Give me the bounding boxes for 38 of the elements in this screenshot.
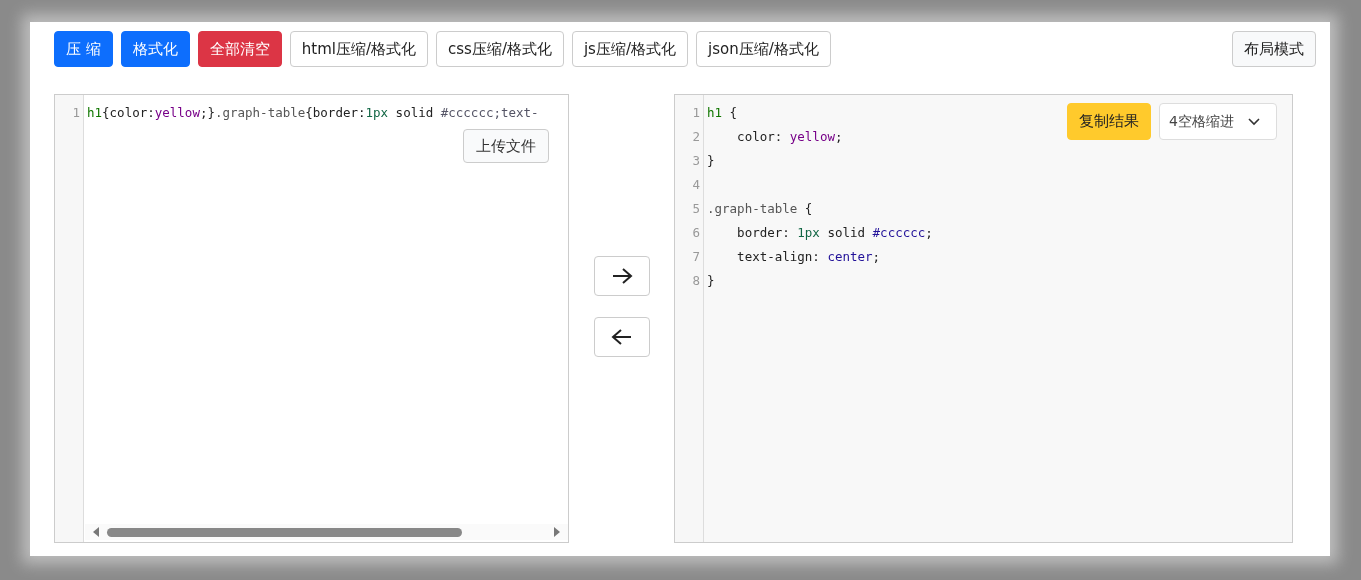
scroll-right-icon[interactable] — [554, 527, 560, 537]
code-line: } — [707, 273, 715, 288]
code-line: } — [707, 153, 715, 168]
code-line: h1 { — [707, 105, 738, 120]
upload-file-button[interactable]: 上传文件 — [463, 129, 549, 163]
line-number: 4 — [691, 176, 701, 194]
reverse-arrow-button[interactable] — [593, 316, 650, 357]
indent-select[interactable]: 4空格缩进 — [1159, 103, 1277, 140]
format-arrow-button[interactable] — [593, 255, 650, 296]
line-number: 1 — [691, 104, 701, 122]
horizontal-scrollbar[interactable] — [85, 524, 568, 540]
mode-button[interactable]: 压 缩 — [54, 31, 113, 67]
arrow-left-icon — [610, 327, 633, 346]
code-line: border: 1px solid #cccccc; — [736, 225, 933, 240]
scrollbar-thumb[interactable] — [107, 527, 462, 537]
mode-button[interactable]: js压缩/格式化 — [571, 31, 688, 67]
line-number: 6 — [691, 224, 701, 242]
line-number: 3 — [691, 152, 701, 170]
mode-button[interactable]: 格式化 — [120, 31, 190, 67]
chevron-down-icon — [1248, 117, 1260, 126]
input-editor[interactable]: 1 h1{color:yellow;}.graph-table{border:1px solid #cccccc;text- 上传文件 — [54, 94, 569, 543]
line-number: 2 — [691, 128, 701, 146]
scroll-left-icon[interactable] — [93, 527, 99, 537]
line-number: 8 — [691, 272, 701, 290]
arrow-right-icon — [610, 266, 633, 285]
mode-button[interactable]: 全部清空 — [197, 31, 282, 67]
line-number: 1 — [71, 104, 81, 122]
mode-button[interactable]: json压缩/格式化 — [696, 31, 831, 67]
copy-result-button[interactable]: 复制结果 — [1067, 103, 1151, 140]
code-line: .graph-table { — [707, 201, 813, 216]
mode-button[interactable]: html压缩/格式化 — [289, 31, 428, 67]
mode-button[interactable]: css压缩/格式化 — [436, 31, 564, 67]
code-line: color: yellow; — [736, 129, 843, 144]
code-line: text-align: center; — [736, 249, 881, 264]
line-number: 7 — [691, 248, 701, 266]
line-number: 5 — [691, 200, 701, 218]
layout-mode-button[interactable]: 布局模式 — [1232, 31, 1316, 67]
code-line: h1{color:yellow;}.graph-table{border:1px solid #cccccc;text- — [87, 105, 539, 120]
